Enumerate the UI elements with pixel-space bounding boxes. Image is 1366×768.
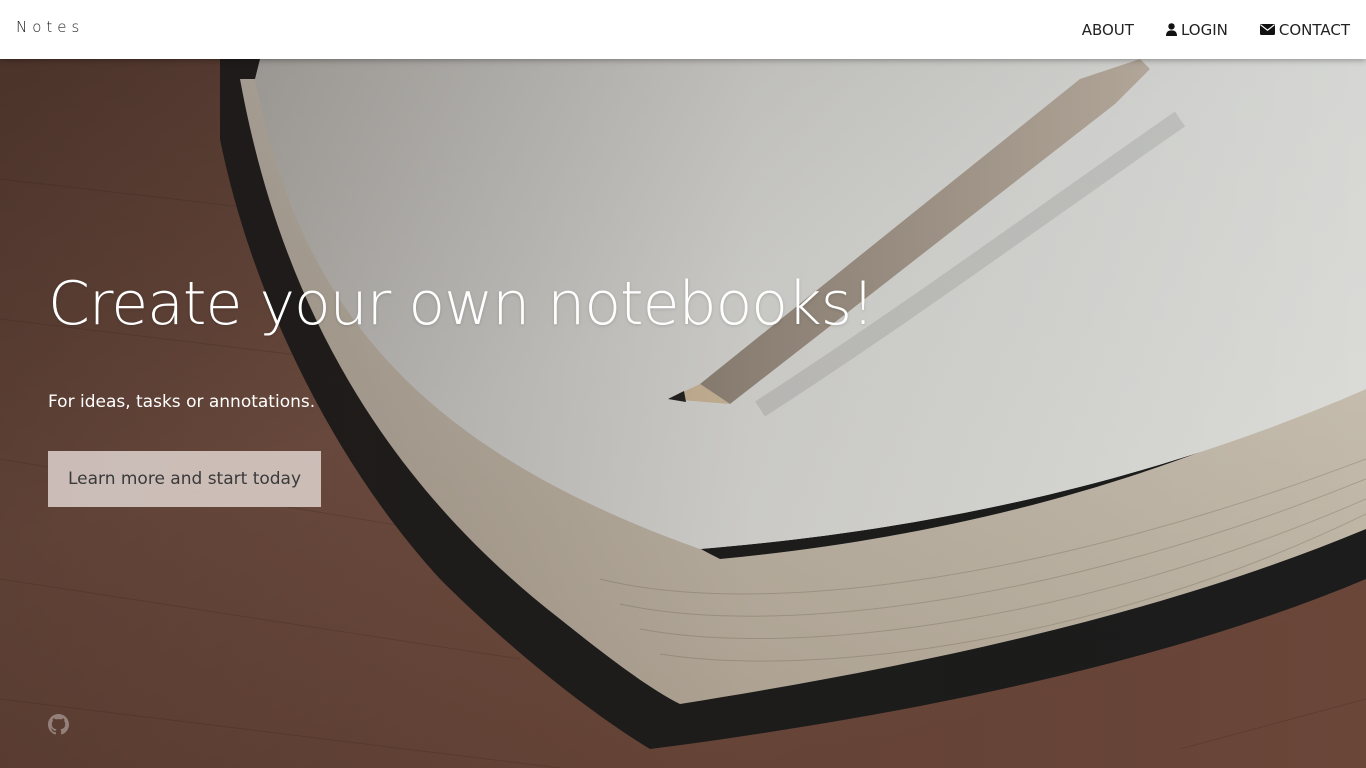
nav-login-label: LOGIN — [1180, 20, 1228, 39]
hero-title: Create your own notebooks! — [48, 269, 875, 339]
nav-contact-label: CONTACT — [1278, 20, 1350, 39]
notebook-background-image — [0, 59, 1366, 768]
nav-about-link[interactable]: ABOUT — [1082, 21, 1134, 39]
brand-logo[interactable]: Notes — [16, 18, 84, 36]
nav-links: ABOUT LOGIN CONTACT — [1050, 0, 1350, 59]
envelope-icon — [1259, 24, 1275, 35]
nav-about-label: ABOUT — [1081, 20, 1134, 39]
nav-contact-link[interactable]: CONTACT — [1259, 20, 1350, 39]
hero-subtitle: For ideas, tasks or annotations. — [48, 392, 316, 412]
nav-login-link[interactable]: LOGIN — [1165, 20, 1228, 39]
hero-section: Create your own notebooks! For ideas, ta… — [0, 59, 1366, 768]
user-icon — [1165, 23, 1177, 36]
github-icon[interactable] — [48, 714, 69, 735]
top-navbar: Notes ABOUT LOGIN CONTACT — [0, 0, 1366, 59]
learn-more-button[interactable]: Learn more and start today — [48, 451, 321, 507]
